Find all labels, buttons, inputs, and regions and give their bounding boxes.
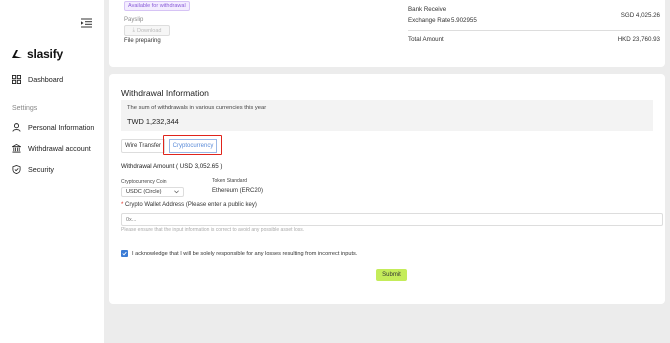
bank-icon	[12, 144, 21, 153]
sidebar-item-label: Withdrawal account	[28, 144, 91, 153]
shield-icon	[12, 165, 21, 174]
wallet-address-input[interactable]	[121, 213, 663, 226]
sidebar-item-label: Personal Information	[28, 123, 95, 132]
exchange-rate-value: 5.902955	[451, 17, 477, 24]
sidebar-item-withdrawal-account[interactable]: Withdrawal account	[12, 144, 91, 153]
file-status: File preparing	[124, 38, 161, 44]
slasify-logo-icon	[12, 50, 22, 58]
wallet-address-label: * Crypto Wallet Address (Please enter a …	[121, 202, 257, 208]
tab-wire-transfer[interactable]: Wire Transfer	[121, 139, 165, 153]
divider	[408, 30, 660, 31]
sidebar-item-dashboard[interactable]: Dashboard	[12, 75, 63, 84]
highlight-box	[163, 135, 222, 155]
chevron-down-icon	[174, 190, 179, 194]
wallet-address-label-text: Crypto Wallet Address (Please enter a pu…	[125, 202, 257, 208]
total-amount-label: Total Amount	[408, 36, 444, 43]
download-label: Download	[136, 27, 162, 34]
payslip-label: Payslip	[124, 17, 144, 23]
acknowledge-checkbox-row[interactable]: I acknowledge that I will be solely resp…	[121, 250, 357, 257]
wallet-hint: Please ensure that the input information…	[121, 227, 305, 233]
token-standard-label: Token Standard	[212, 178, 248, 184]
coin-select-value: USDC (Circle)	[126, 189, 162, 195]
yearly-sum-value: TWD 1,232,344	[127, 117, 179, 126]
brand-name: slasify	[27, 47, 63, 61]
sidebar: slasify Dashboard Settings Personal Info…	[0, 0, 104, 343]
settings-section-label: Settings	[12, 105, 38, 112]
sidebar-item-label: Dashboard	[28, 75, 64, 84]
download-button[interactable]: ⤓ Download	[124, 25, 170, 36]
withdrawal-information-card: Withdrawal Information The sum of withdr…	[109, 74, 665, 304]
withdrawal-amount-label: Withdrawal Amount ( USD 3,052.65 )	[121, 163, 223, 170]
sidebar-item-security[interactable]: Security	[12, 165, 54, 174]
yearly-sum-description: The sum of withdrawals in various curren…	[127, 105, 267, 111]
sidebar-item-personal-information[interactable]: Personal Information	[12, 123, 94, 132]
sidebar-item-label: Security	[28, 165, 54, 174]
bank-receive-value: SGD 4,025.26	[620, 12, 660, 19]
available-badge: Available for withdrawal	[124, 1, 190, 11]
page-title: Withdrawal Information	[121, 88, 209, 98]
user-icon	[12, 123, 21, 132]
download-icon: ⤓	[132, 27, 135, 33]
submit-button[interactable]: Submit	[376, 269, 407, 281]
grid-icon	[12, 75, 21, 84]
yearly-sum-box: The sum of withdrawals in various curren…	[121, 100, 653, 131]
token-standard-value: Ethereum (ERC20)	[212, 188, 264, 194]
logo[interactable]: slasify	[11, 47, 63, 61]
bank-receive-label: Bank Receive	[408, 6, 447, 13]
acknowledge-text: I acknowledge that I will be solely resp…	[132, 250, 358, 257]
menu-collapse-icon[interactable]	[81, 15, 92, 28]
total-amount-value: HKD 23,760.93	[617, 36, 660, 43]
exchange-rate-label: Exchange Rate	[408, 17, 451, 24]
required-mark: *	[121, 202, 124, 208]
coin-label: Cryptocurrency Coin	[121, 179, 167, 185]
check-icon	[122, 251, 127, 256]
main-content: Available for withdrawal Payslip ⤓ Downl…	[104, 0, 670, 343]
coin-select[interactable]: USDC (Circle)	[121, 187, 184, 197]
acknowledge-checkbox[interactable]	[121, 250, 128, 257]
withdrawal-summary-card: Available for withdrawal Payslip ⤓ Downl…	[109, 0, 665, 67]
